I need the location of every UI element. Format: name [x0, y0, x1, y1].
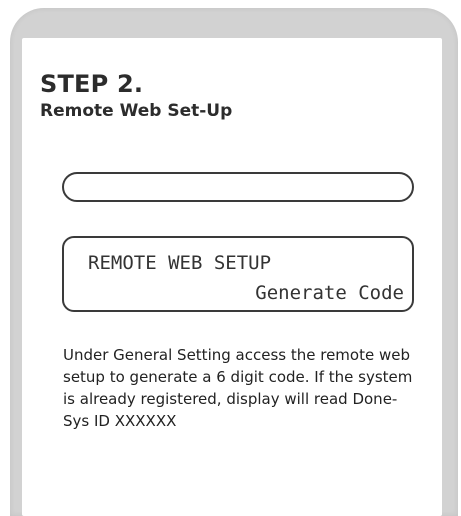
lcd-line-1: REMOTE WEB SETUP — [88, 252, 272, 274]
lcd-line-2: Generate Code — [255, 282, 404, 304]
step-title: STEP 2. — [40, 70, 144, 98]
step-subtitle: Remote Web Set-Up — [40, 101, 233, 121]
step-description: Under General Setting access the remote … — [63, 346, 413, 430]
input-bar — [62, 172, 414, 202]
lcd-display: REMOTE WEB SETUP Generate Code — [62, 236, 414, 312]
